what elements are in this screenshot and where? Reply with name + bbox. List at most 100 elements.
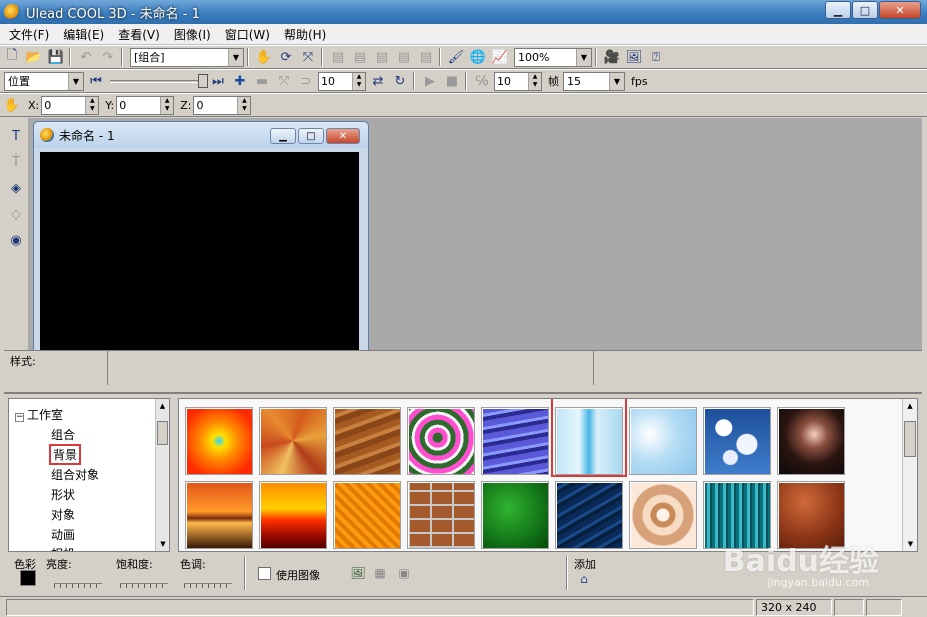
open-image-icon[interactable]: 🖼 <box>348 564 368 582</box>
paint-icon[interactable]: 🖌 <box>446 47 466 67</box>
color-swatch[interactable] <box>20 570 36 586</box>
scroll-up-icon[interactable]: ▲ <box>903 399 917 413</box>
globe-icon[interactable]: 🌐 <box>468 47 488 67</box>
thumb-sunset-red[interactable] <box>259 481 327 549</box>
tree-scrollbar[interactable]: ▲ ▼ <box>155 399 169 551</box>
redo-icon[interactable]: ↷ <box>98 47 118 67</box>
z-spinner[interactable]: 0 ▲ ▼ <box>193 95 252 115</box>
tree-item-animation[interactable]: 动画 <box>51 526 75 543</box>
x-spinner[interactable]: 0 ▲ ▼ <box>41 95 100 115</box>
collapse-icon[interactable]: − <box>15 413 24 422</box>
add-keyframe-icon[interactable]: ✚ <box>230 71 250 91</box>
maximize-button[interactable]: □ <box>852 1 878 19</box>
zoom-combo[interactable]: 100% ▼ <box>514 47 592 67</box>
menu-help[interactable]: 帮助(H) <box>279 26 331 43</box>
first-frame-icon[interactable]: ⏮ <box>86 71 106 91</box>
tree-item-composite-object[interactable]: 组合对象 <box>51 466 99 483</box>
edit-text-icon[interactable]: Ṫ <box>6 152 26 172</box>
tree-item-shape[interactable]: 形状 <box>51 486 75 503</box>
spinner-buttons[interactable]: ▲ ▼ <box>85 96 99 114</box>
doc-close-button[interactable]: ✕ <box>326 128 360 144</box>
add-to-gallery-icon[interactable]: ⌂ <box>574 570 594 588</box>
undo-icon[interactable]: ↶ <box>76 47 96 67</box>
minimize-button[interactable]: ▁ <box>825 1 851 19</box>
layer-4-icon[interactable]: ▤ <box>394 47 414 67</box>
layer-3-icon[interactable]: ▤ <box>372 47 392 67</box>
thumb-blue-waves[interactable] <box>481 407 549 475</box>
hand-move-icon[interactable]: ✋ <box>254 47 274 67</box>
scroll-up-icon[interactable]: ▲ <box>156 399 169 413</box>
y-spinner[interactable]: 0 ▲ ▼ <box>116 95 175 115</box>
tree-item-background[interactable]: 背景 <box>49 444 82 465</box>
fps-combo[interactable]: 15 ▼ <box>563 71 625 91</box>
keyframe-spinner[interactable]: 10 ▲ ▼ <box>318 71 366 91</box>
timeline-slider[interactable] <box>110 74 208 88</box>
insert-geometry-icon[interactable]: ◉ <box>6 230 26 250</box>
rotate-tool-icon[interactable]: ⟳ <box>276 47 296 67</box>
close-button[interactable]: ✕ <box>879 1 921 19</box>
scroll-down-icon[interactable]: ▼ <box>156 537 169 551</box>
thumb-clouds-blue[interactable] <box>703 407 771 475</box>
thumb-orange-pattern[interactable] <box>333 481 401 549</box>
hand-position-icon[interactable]: ✋ <box>2 95 22 115</box>
new-file-icon[interactable]: 🗋 <box>2 47 22 67</box>
insert-text-icon[interactable]: T <box>6 126 26 146</box>
spinner-buttons[interactable]: ▲ ▼ <box>528 72 541 90</box>
chevron-down-icon[interactable]: ▼ <box>68 72 83 90</box>
menu-image[interactable]: 图像(I) <box>169 26 216 43</box>
brightness-slider[interactable] <box>54 572 102 588</box>
spinner-buttons[interactable]: ▲ ▼ <box>237 96 251 114</box>
stop-icon[interactable]: ■ <box>442 71 462 91</box>
thumb-spiral-peach[interactable] <box>629 481 697 549</box>
chevron-down-icon[interactable]: ▼ <box>228 48 243 66</box>
save-icon[interactable]: 💾 <box>46 47 66 67</box>
chevron-down-icon[interactable]: ▼ <box>576 48 591 66</box>
repeat-icon[interactable]: ↻ <box>390 71 410 91</box>
insert-shape-icon[interactable]: ◈ <box>6 178 26 198</box>
layer-1-icon[interactable]: ▤ <box>328 47 348 67</box>
thumb-sunset-sea[interactable] <box>185 481 253 549</box>
object-combo[interactable]: [组合] ▼ <box>130 47 244 67</box>
edit-shape-icon[interactable]: ◇ <box>6 204 26 224</box>
camera-icon[interactable]: 🎥 <box>602 47 622 67</box>
spinner-buttons[interactable]: ▲ ▼ <box>160 96 174 114</box>
slider-thumb[interactable] <box>198 74 208 88</box>
chevron-down-icon[interactable]: ▼ <box>609 72 624 90</box>
thumb-blue-water[interactable] <box>555 481 623 549</box>
hue-slider[interactable] <box>184 572 232 588</box>
export-icon[interactable]: 🖼 <box>624 47 644 67</box>
tree-root[interactable]: − 工作室 <box>15 406 63 423</box>
thumb-brick-wall[interactable] <box>407 481 475 549</box>
thumb-dark-clouds[interactable] <box>777 407 845 475</box>
gallery-scrollbar[interactable]: ▲ ▼ <box>902 399 917 551</box>
doc-maximize-button[interactable]: □ <box>298 128 324 144</box>
help-pointer-icon[interactable]: ⍰ <box>646 47 666 67</box>
layer-5-icon[interactable]: ▤ <box>416 47 436 67</box>
saturation-slider[interactable] <box>120 572 168 588</box>
smooth-icon[interactable]: ℅ <box>472 71 492 91</box>
use-image-checkbox[interactable] <box>258 567 271 580</box>
open-folder-icon[interactable]: 📂 <box>24 47 44 67</box>
graph-icon[interactable]: 📈 <box>490 47 510 67</box>
thumb-frost-light[interactable] <box>629 407 697 475</box>
tree-item-camera[interactable]: 相机 <box>51 545 75 551</box>
document-title-bar[interactable]: 未命名 - 1 ▁ □ ✕ <box>34 122 368 148</box>
image-preview-icon[interactable]: ▣ <box>394 564 414 582</box>
menu-view[interactable]: 查看(V) <box>113 26 165 43</box>
attribute-combo[interactable]: 位置 ▼ <box>4 71 84 91</box>
render-canvas[interactable] <box>40 152 359 354</box>
reverse-icon[interactable]: ⊃ <box>296 71 316 91</box>
thumb-wood-grain[interactable] <box>333 407 401 475</box>
resize-tool-icon[interactable]: ⤧ <box>298 47 318 67</box>
scroll-down-icon[interactable]: ▼ <box>903 537 917 551</box>
last-frame-icon[interactable]: ⏭ <box>208 71 228 91</box>
spinner-buttons[interactable]: ▲ ▼ <box>352 72 365 90</box>
menu-file[interactable]: 文件(F) <box>4 26 54 43</box>
tree-item-object[interactable]: 对象 <box>51 506 75 523</box>
remove-keyframe-icon[interactable]: ▬ <box>252 71 272 91</box>
loop-icon[interactable]: ⇄ <box>368 71 388 91</box>
menu-edit[interactable]: 编辑(E) <box>58 26 109 43</box>
split-keyframe-icon[interactable]: ⤱ <box>274 71 294 91</box>
play-icon[interactable]: ▶ <box>420 71 440 91</box>
image-options-icon[interactable]: ▦ <box>370 564 390 582</box>
